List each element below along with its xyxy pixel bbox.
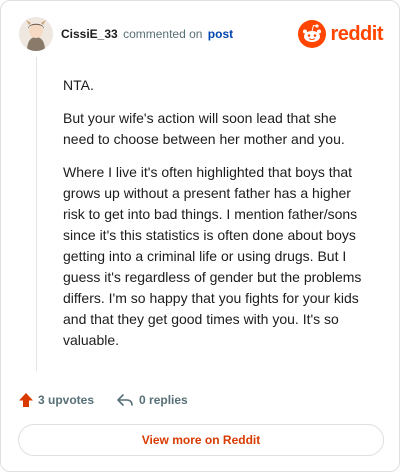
comment-body: NTA. But your wife's action will soon le… xyxy=(63,75,369,363)
reddit-alien-icon xyxy=(298,20,327,48)
view-more-on-reddit-button[interactable]: View more on Reddit xyxy=(18,424,384,456)
reply-count: 0 replies xyxy=(139,393,188,407)
upvote-arrow-icon xyxy=(19,393,33,407)
reply-arrow-icon xyxy=(117,394,133,406)
comment-card: CissiE_33 commented on post reddit NTA. … xyxy=(0,0,400,472)
upvote-button[interactable]: 3 upvotes xyxy=(18,392,94,408)
reddit-wordmark: reddit xyxy=(330,22,383,45)
upvote-count: 3 upvotes xyxy=(38,393,95,407)
reddit-logo[interactable]: reddit xyxy=(298,19,383,49)
comment-paragraph: NTA. xyxy=(63,77,94,93)
user-avatar[interactable] xyxy=(19,17,53,51)
replies-button[interactable]: 0 replies xyxy=(116,392,188,408)
commented-on-text: commented on xyxy=(123,27,203,41)
comment-paragraph: Where I live it's often highlighted that… xyxy=(63,164,362,348)
comment-paragraph: But your wife's action will soon lead th… xyxy=(63,110,345,147)
username-link[interactable]: CissiE_33 xyxy=(61,27,118,41)
comment-header: CissiE_33 commented on post reddit xyxy=(19,17,383,53)
avatar-icon xyxy=(19,17,53,51)
thread-line xyxy=(36,57,37,371)
byline: CissiE_33 commented on post xyxy=(61,27,233,41)
comment-footer: 3 upvotes 0 replies xyxy=(18,390,188,410)
post-link[interactable]: post xyxy=(208,27,233,41)
